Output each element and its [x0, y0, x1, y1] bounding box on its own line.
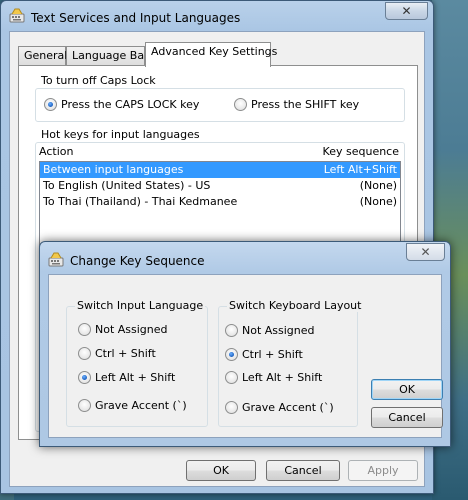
group-title: Switch Keyboard Layout: [227, 299, 364, 312]
radio-button[interactable]: [78, 371, 91, 384]
radio-button[interactable]: [78, 399, 91, 412]
radio-label: Left Alt + Shift: [95, 371, 176, 384]
switch-input-language-group: Switch Input Language Not Assigned Ctrl …: [66, 299, 208, 427]
hotkeys-title: Hot keys for input languages: [41, 128, 200, 141]
radio-label: Not Assigned: [95, 323, 168, 336]
dialog-close-button[interactable]: ✕: [406, 243, 445, 261]
caps-lock-option-shift[interactable]: Press the SHIFT key: [234, 98, 359, 111]
radio-label: Press the CAPS LOCK key: [61, 98, 200, 111]
ok-button[interactable]: OK: [186, 460, 256, 481]
hotkeys-list-header: Action Key sequence: [39, 145, 399, 158]
radio-label: Press the SHIFT key: [251, 98, 360, 111]
radio-button[interactable]: [225, 401, 238, 414]
close-button[interactable]: ✕: [385, 2, 428, 20]
switch-keyboard-layout-group: Switch Keyboard Layout Not Assigned Ctrl…: [218, 299, 364, 427]
hotkey-sequence: (None): [359, 179, 397, 192]
caps-lock-title: To turn off Caps Lock: [41, 74, 156, 87]
column-header-key-sequence: Key sequence: [322, 145, 399, 158]
list-item[interactable]: To English (United States) - US (None): [40, 178, 400, 194]
radio-button[interactable]: [234, 98, 247, 111]
radio-label: Ctrl + Shift: [95, 347, 156, 360]
hotkey-sequence: Left Alt+Shift: [323, 163, 397, 176]
hotkey-action: Between input languages: [43, 163, 184, 176]
list-item[interactable]: To Thai (Thailand) - Thai Kedmanee (None…: [40, 194, 400, 210]
layout-option-left-alt-shift[interactable]: Left Alt + Shift: [225, 371, 322, 384]
hotkey-sequence: (None): [359, 195, 397, 208]
input-lang-option-not-assigned[interactable]: Not Assigned: [78, 323, 168, 336]
group-title: Switch Input Language: [75, 299, 206, 312]
input-lang-option-grave-accent[interactable]: Grave Accent (`): [78, 399, 187, 412]
radio-button[interactable]: [225, 348, 238, 361]
radio-label: Grave Accent (`): [242, 401, 334, 414]
layout-option-not-assigned[interactable]: Not Assigned: [225, 324, 315, 337]
apply-button[interactable]: Apply: [348, 460, 418, 481]
window-title: Text Services and Input Languages: [31, 11, 241, 25]
radio-label: Left Alt + Shift: [242, 371, 323, 384]
layout-option-grave-accent[interactable]: Grave Accent (`): [225, 401, 334, 414]
column-header-action: Action: [39, 145, 74, 158]
radio-button[interactable]: [225, 371, 238, 384]
dialog-cancel-button[interactable]: Cancel: [371, 407, 443, 428]
keyboard-icon: [9, 8, 25, 23]
input-lang-option-ctrl-shift[interactable]: Ctrl + Shift: [78, 347, 156, 360]
radio-button[interactable]: [78, 347, 91, 360]
hotkey-action: To Thai (Thailand) - Thai Kedmanee: [43, 195, 238, 208]
tab-language-bar[interactable]: Language Bar: [66, 46, 149, 66]
radio-button[interactable]: [44, 98, 57, 111]
caps-lock-group: Press the CAPS LOCK key Press the SHIFT …: [35, 88, 405, 122]
input-lang-option-left-alt-shift[interactable]: Left Alt + Shift: [78, 371, 175, 384]
dialog-ok-button[interactable]: OK: [371, 379, 443, 400]
tab-general[interactable]: General: [18, 46, 67, 66]
keyboard-icon: [48, 252, 64, 267]
radio-button[interactable]: [225, 324, 238, 337]
caps-lock-option-capslock[interactable]: Press the CAPS LOCK key: [44, 98, 199, 111]
dialog-title: Change Key Sequence: [70, 254, 205, 268]
radio-label: Grave Accent (`): [95, 399, 187, 412]
list-item[interactable]: Between input languages Left Alt+Shift: [40, 162, 400, 178]
hotkey-action: To English (United States) - US: [43, 179, 211, 192]
cancel-button[interactable]: Cancel: [266, 460, 340, 481]
radio-button[interactable]: [78, 323, 91, 336]
dialog-title-bar[interactable]: Change Key Sequence ✕: [40, 242, 450, 272]
radio-label: Not Assigned: [242, 324, 315, 337]
tab-advanced-key-settings[interactable]: Advanced Key Settings: [145, 42, 277, 67]
change-key-sequence-dialog: Change Key Sequence ✕ Switch Input Langu…: [39, 241, 451, 447]
layout-option-ctrl-shift[interactable]: Ctrl + Shift: [225, 348, 303, 361]
title-bar[interactable]: Text Services and Input Languages ✕: [1, 1, 433, 31]
dialog-client-area: Switch Input Language Not Assigned Ctrl …: [48, 274, 443, 438]
radio-label: Ctrl + Shift: [242, 348, 303, 361]
